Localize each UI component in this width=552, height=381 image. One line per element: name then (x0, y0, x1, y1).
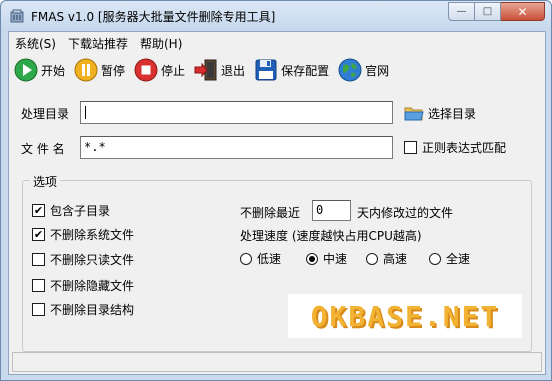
exit-door-icon (194, 59, 217, 81)
options-group-title: 选项 (30, 173, 61, 190)
checkbox-label: 包含子目录 (50, 204, 111, 218)
checkbox-box[interactable] (32, 253, 45, 266)
regex-checkbox-box[interactable] (404, 141, 417, 154)
text-caret (85, 106, 86, 119)
minimize-button[interactable]: — (448, 2, 475, 21)
floppy-disk-icon (255, 59, 277, 81)
recent-days-prefix: 不删除最近 (240, 206, 301, 220)
title-bar[interactable]: FMAS v1.0 [服务器大批量文件删除专用工具] — □ ✕ (1, 1, 551, 31)
save-config-label: 保存配置 (281, 63, 330, 78)
checkbox-box[interactable] (32, 279, 45, 292)
menu-download-sites[interactable]: 下载站推荐 (62, 32, 134, 52)
keep-dir-structure-checkbox[interactable]: 不删除目录结构 (32, 301, 134, 318)
checkbox-label: 不删除只读文件 (50, 253, 135, 267)
speed-low-radio[interactable]: 低速 (240, 250, 281, 267)
app-window: FMAS v1.0 [服务器大批量文件删除专用工具] — □ ✕ 系统(S) 下… (0, 0, 552, 381)
recent-days-input[interactable]: 0 (312, 200, 351, 221)
radio-label: 低速 (257, 252, 282, 266)
keep-readonly-files-checkbox[interactable]: 不删除只读文件 (32, 251, 134, 268)
client-area: 系统(S) 下载站推荐 帮助(H) 开始 暂停 停止 退出 保存配置 官网 处理… (8, 31, 546, 375)
folder-icon (404, 107, 424, 121)
speed-label: 处理速度 (速度越快占用CPU越高) (240, 229, 422, 243)
recent-days-suffix: 天内修改过的文件 (357, 206, 454, 220)
website-label: 官网 (365, 63, 390, 78)
speed-medium-radio[interactable]: 中速 (306, 250, 347, 267)
start-button[interactable]: 开始 (9, 55, 69, 85)
radio-circle[interactable] (366, 252, 378, 265)
status-bar (12, 352, 542, 372)
stop-icon (134, 58, 158, 82)
regex-checkbox[interactable]: 正则表达式匹配 (404, 139, 506, 156)
choose-dir-label: 选择目录 (428, 106, 477, 121)
menu-help[interactable]: 帮助(H) (134, 32, 188, 52)
toolbar: 开始 暂停 停止 退出 保存配置 官网 (9, 52, 545, 88)
stop-label: 停止 (161, 63, 186, 78)
keep-hidden-files-checkbox[interactable]: 不删除隐藏文件 (32, 277, 134, 294)
checkbox-box[interactable]: ✔ (32, 204, 45, 217)
checkbox-box[interactable] (32, 303, 45, 316)
app-icon (10, 9, 24, 23)
radio-circle[interactable] (306, 252, 318, 265)
play-icon (14, 58, 38, 82)
speed-full-radio[interactable]: 全速 (429, 250, 470, 267)
choose-dir-button[interactable]: 选择目录 (403, 103, 476, 123)
menu-bar: 系统(S) 下载站推荐 帮助(H) (9, 32, 545, 52)
window-title: FMAS v1.0 [服务器大批量文件删除专用工具] (31, 10, 276, 24)
start-label: 开始 (41, 63, 66, 78)
exit-label: 退出 (221, 63, 246, 78)
include-subdirs-checkbox[interactable]: ✔ 包含子目录 (32, 202, 110, 219)
filename-input[interactable]: *.* (80, 136, 393, 159)
radio-label: 全速 (446, 252, 471, 266)
radio-circle[interactable] (240, 252, 252, 265)
dir-input[interactable] (80, 101, 393, 124)
radio-label: 中速 (323, 252, 348, 266)
pause-button[interactable]: 暂停 (69, 55, 129, 85)
stop-button[interactable]: 停止 (129, 55, 189, 85)
save-config-button[interactable]: 保存配置 (249, 55, 333, 85)
close-button[interactable]: ✕ (501, 2, 545, 21)
filename-label: 文 件 名 (21, 142, 65, 156)
radio-circle[interactable] (429, 252, 441, 265)
checkbox-label: 不删除目录结构 (50, 303, 135, 317)
radio-label: 高速 (383, 252, 408, 266)
checkbox-box[interactable]: ✔ (32, 228, 45, 241)
maximize-button[interactable]: □ (475, 2, 501, 21)
keep-system-files-checkbox[interactable]: ✔ 不删除系统文件 (32, 226, 134, 243)
menu-system[interactable]: 系统(S) (9, 32, 62, 52)
speed-high-radio[interactable]: 高速 (366, 250, 407, 267)
website-button[interactable]: 官网 (333, 55, 393, 85)
regex-label: 正则表达式匹配 (422, 141, 507, 155)
okbase-banner[interactable]: OKBASE.NET (288, 294, 522, 338)
checkbox-label: 不删除系统文件 (50, 228, 135, 242)
dir-label: 处理目录 (21, 107, 70, 121)
pause-label: 暂停 (101, 63, 126, 78)
checkbox-label: 不删除隐藏文件 (50, 279, 135, 293)
pause-icon (74, 58, 98, 82)
globe-icon (338, 58, 362, 82)
exit-button[interactable]: 退出 (189, 55, 249, 85)
